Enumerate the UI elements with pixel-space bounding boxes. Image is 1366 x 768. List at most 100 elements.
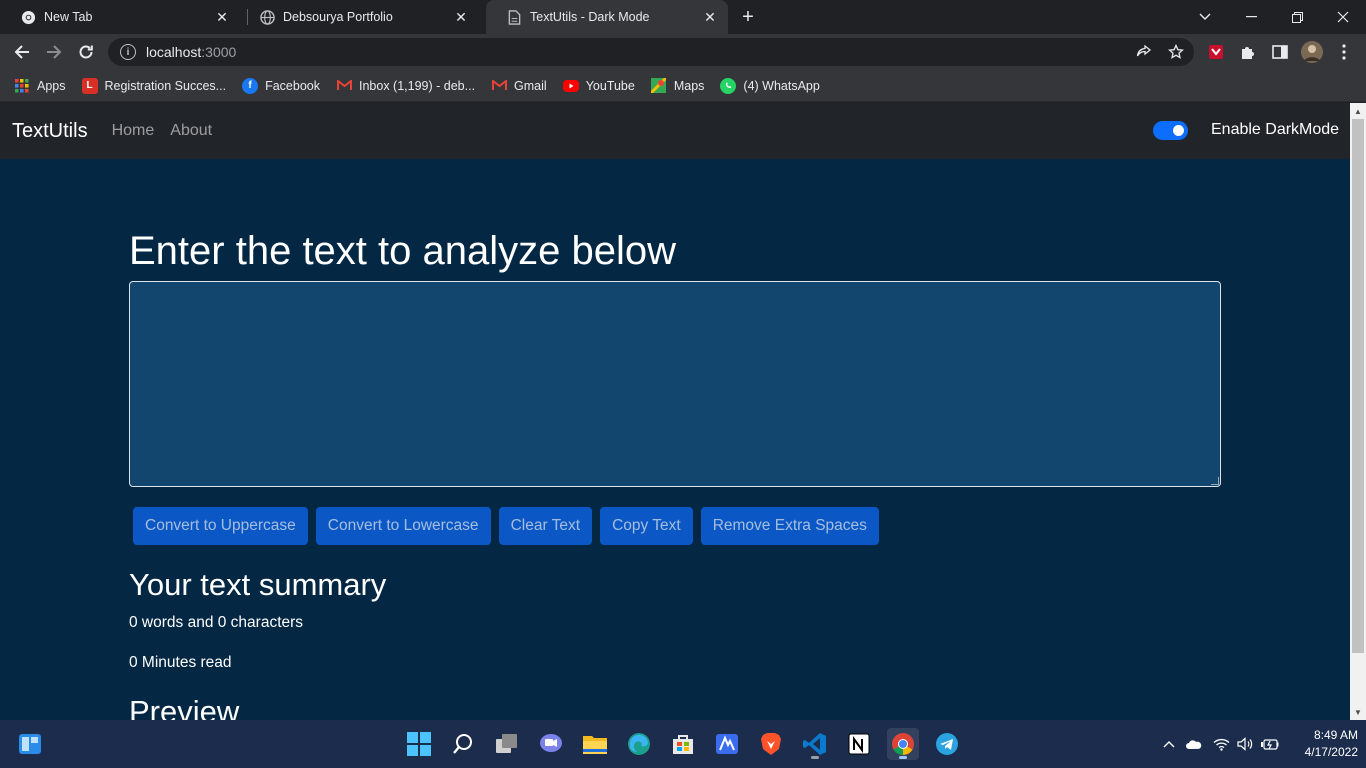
taskbar: 8:49 AM 4/17/2022	[0, 720, 1366, 768]
bookmark-star-icon[interactable]	[1164, 40, 1188, 64]
bookmark-whatsapp[interactable]: (4) WhatsApp	[720, 77, 820, 94]
reload-button[interactable]	[72, 38, 100, 66]
store-icon[interactable]	[667, 728, 699, 760]
apps-grid-icon	[14, 78, 30, 94]
mcafee-extension-icon[interactable]	[1204, 40, 1228, 64]
whatsapp-icon	[720, 77, 737, 94]
youtube-icon	[562, 78, 579, 94]
tab-textutils[interactable]: TextUtils - Dark Mode ✕	[486, 0, 728, 34]
forward-button[interactable]	[40, 38, 68, 66]
bookmark-registration[interactable]: L Registration Succes...	[81, 77, 227, 94]
summary-heading: Your text summary	[129, 567, 387, 602]
bookmark-label: (4) WhatsApp	[743, 78, 820, 93]
scroll-down-icon[interactable]: ▼	[1350, 704, 1366, 720]
task-view-icon[interactable]	[491, 728, 523, 760]
remove-spaces-button[interactable]: Remove Extra Spaces	[700, 507, 879, 545]
system-clock[interactable]: 8:49 AM 4/17/2022	[1288, 727, 1358, 761]
address-bar[interactable]: i localhost:3000	[108, 38, 1194, 66]
tab-new-tab[interactable]: New Tab ✕	[0, 0, 240, 34]
start-icon[interactable]	[403, 728, 435, 760]
word-count: 0 words and 0 characters	[129, 614, 304, 631]
preview-heading: Preview	[129, 694, 240, 720]
nav-link-home[interactable]: Home	[112, 122, 155, 140]
bookmark-label: Maps	[673, 78, 705, 93]
clear-text-button[interactable]: Clear Text	[498, 507, 593, 545]
running-indicator	[899, 756, 907, 759]
browser-toolbar: i localhost:3000	[0, 34, 1366, 70]
bookmarks-bar: Apps L Registration Succes... f Facebook…	[0, 70, 1366, 102]
brand-link[interactable]: TextUtils	[12, 120, 88, 143]
document-icon	[506, 9, 522, 25]
vscode-icon[interactable]	[799, 728, 831, 760]
telegram-icon[interactable]	[931, 728, 963, 760]
menu-kebab-icon[interactable]	[1332, 40, 1356, 64]
gmail-icon	[336, 78, 352, 94]
tab-label: Debsourya Portfolio	[283, 10, 393, 24]
window-close-button[interactable]	[1320, 0, 1366, 34]
back-button[interactable]	[8, 38, 36, 66]
page-viewport: TextUtils Home About Enable DarkMode Ent…	[0, 103, 1350, 720]
new-tab-button[interactable]: +	[737, 6, 759, 28]
close-icon[interactable]: ✕	[702, 9, 718, 25]
edge-icon[interactable]	[623, 728, 655, 760]
scroll-thumb[interactable]	[1352, 119, 1364, 653]
close-icon[interactable]: ✕	[453, 9, 469, 25]
copy-text-button[interactable]: Copy Text	[600, 507, 693, 545]
bookmark-facebook[interactable]: f Facebook	[242, 77, 320, 94]
profile-avatar[interactable]	[1300, 40, 1324, 64]
side-panel-icon[interactable]	[1268, 40, 1292, 64]
resize-handle[interactable]	[1211, 477, 1219, 485]
navbar: TextUtils Home About Enable DarkMode	[0, 103, 1350, 159]
uppercase-button[interactable]: Convert to Uppercase	[133, 507, 308, 545]
bookmark-maps[interactable]: Maps	[651, 78, 705, 94]
file-explorer-icon[interactable]	[579, 728, 611, 760]
battery-icon[interactable]	[1260, 734, 1280, 754]
minimize-button[interactable]	[1228, 0, 1274, 34]
tab-search-icon[interactable]	[1182, 0, 1228, 34]
gmail-icon	[491, 78, 507, 94]
registration-icon: L	[81, 77, 98, 94]
nav-link-about[interactable]: About	[170, 122, 212, 140]
chat-icon[interactable]	[535, 728, 567, 760]
site-info-icon[interactable]: i	[120, 44, 136, 60]
restore-button[interactable]	[1274, 0, 1320, 34]
chevron-up-icon[interactable]	[1159, 734, 1179, 754]
running-indicator	[811, 756, 819, 759]
wifi-icon[interactable]	[1211, 734, 1231, 754]
darkmode-label[interactable]: Enable DarkMode	[1211, 121, 1339, 139]
tab-strip: New Tab ✕ Debsourya Portfolio ✕ TextUtil…	[0, 0, 1366, 34]
lowercase-button[interactable]: Convert to Lowercase	[315, 507, 491, 545]
action-buttons: Convert to Uppercase Convert to Lowercas…	[133, 507, 887, 545]
extensions-puzzle-icon[interactable]	[1236, 40, 1260, 64]
brave-icon[interactable]	[755, 728, 787, 760]
bookmark-gmail[interactable]: Gmail	[491, 78, 547, 94]
tab-label: TextUtils - Dark Mode	[530, 10, 650, 24]
clock-date: 4/17/2022	[1304, 745, 1358, 759]
close-icon[interactable]: ✕	[214, 9, 230, 25]
widgets-icon[interactable]	[14, 728, 46, 760]
bookmark-youtube[interactable]: YouTube	[562, 78, 635, 94]
bookmark-label: Inbox (1,199) - deb...	[359, 78, 476, 93]
photos-icon[interactable]	[711, 728, 743, 760]
search-icon[interactable]	[447, 728, 479, 760]
scroll-up-icon[interactable]: ▲	[1350, 103, 1366, 119]
chrome-icon	[20, 9, 36, 25]
tab-debsourya-portfolio[interactable]: Debsourya Portfolio ✕	[239, 0, 479, 34]
globe-icon	[259, 9, 275, 25]
page-title: Enter the text to analyze below	[129, 229, 676, 273]
share-icon[interactable]	[1132, 40, 1156, 64]
chrome-taskbar-icon[interactable]	[887, 728, 919, 760]
text-input-area[interactable]	[129, 281, 1221, 487]
clock-time: 8:49 AM	[1313, 728, 1358, 742]
volume-icon[interactable]	[1235, 734, 1255, 754]
read-time: 0 Minutes read	[129, 654, 232, 671]
bookmark-label: Gmail	[514, 78, 547, 93]
onedrive-cloud-icon[interactable]	[1184, 734, 1204, 754]
bookmark-label: Registration Succes...	[104, 78, 227, 93]
page-scrollbar[interactable]: ▲ ▼	[1350, 103, 1366, 720]
bookmark-label: YouTube	[585, 78, 635, 93]
bookmark-apps[interactable]: Apps	[14, 78, 66, 94]
notion-icon[interactable]	[843, 728, 875, 760]
darkmode-toggle[interactable]	[1153, 121, 1188, 140]
bookmark-inbox[interactable]: Inbox (1,199) - deb...	[336, 78, 475, 94]
